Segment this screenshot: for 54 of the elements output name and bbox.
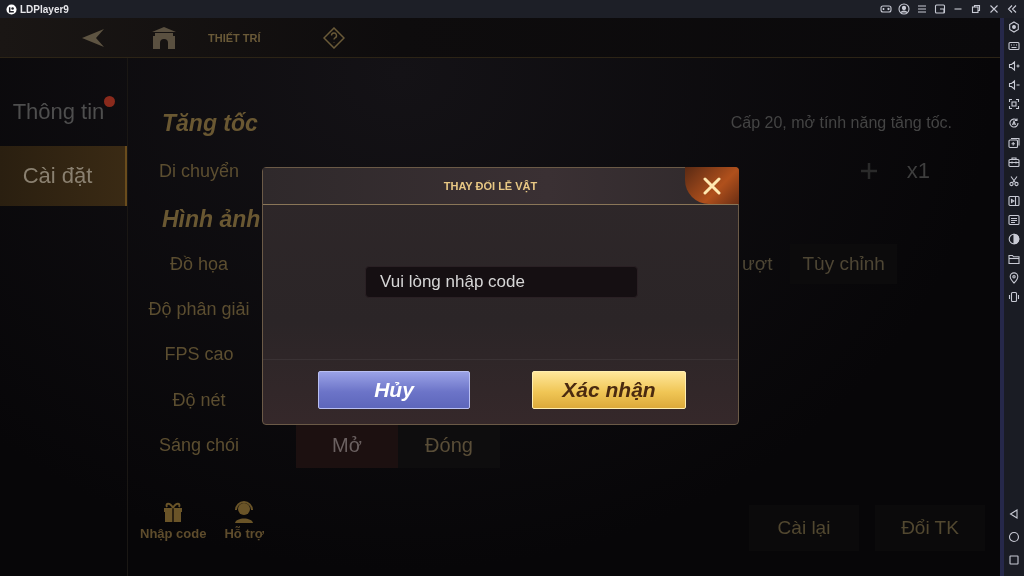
back-triangle-icon[interactable] bbox=[1008, 508, 1020, 520]
screen-title: THIẾT TRÍ bbox=[208, 31, 261, 44]
cancel-button[interactable]: Hủy bbox=[318, 371, 470, 409]
volume-up-icon[interactable] bbox=[1008, 59, 1020, 72]
user-circle-icon[interactable] bbox=[898, 3, 910, 15]
speed-notice: Cấp 20, mở tính năng tăng tốc. bbox=[730, 114, 952, 132]
scissors-icon[interactable] bbox=[1008, 175, 1020, 188]
side-tab[interactable]: Thông tin bbox=[0, 86, 127, 138]
hexagon-icon[interactable] bbox=[1008, 21, 1020, 33]
half-circle-icon[interactable] bbox=[1008, 233, 1020, 246]
location-pin-icon[interactable] bbox=[1008, 271, 1020, 284]
setting-label: Độ phân giải bbox=[148, 298, 250, 320]
section-heading: Hình ảnh bbox=[161, 205, 262, 233]
shortcut-button[interactable]: Hỗ trợ bbox=[224, 498, 265, 541]
section-heading: Tăng tốc bbox=[161, 109, 259, 137]
keyboard-icon[interactable] bbox=[1008, 40, 1020, 53]
setting-label: Sáng chói bbox=[158, 435, 240, 456]
close-button[interactable] bbox=[685, 167, 739, 204]
account-button[interactable]: Đổi TK bbox=[875, 505, 985, 551]
toggle-option[interactable]: Mở bbox=[296, 423, 398, 468]
dialog-title: THAY ĐỔI LỄ VẬT bbox=[443, 180, 538, 192]
account-button[interactable]: Cài lại bbox=[749, 505, 859, 551]
home-circle-icon[interactable] bbox=[1008, 531, 1020, 543]
close-icon[interactable] bbox=[988, 3, 1000, 15]
setting-label: Đồ họa bbox=[169, 253, 228, 275]
window-title: LDPlayer9 bbox=[20, 3, 69, 15]
castle-gate-icon bbox=[150, 25, 178, 50]
toolbox-icon[interactable] bbox=[1008, 156, 1020, 169]
restore-icon[interactable] bbox=[970, 3, 982, 15]
double-chevron-icon[interactable] bbox=[1006, 3, 1018, 15]
code-input-field[interactable]: Vui lòng nhập code bbox=[365, 266, 638, 298]
phone-shake-icon[interactable] bbox=[1008, 291, 1020, 304]
folder-icon[interactable] bbox=[1008, 252, 1020, 265]
graphics-option[interactable]: ượt bbox=[742, 244, 773, 284]
close-icon bbox=[703, 176, 721, 195]
confirm-button[interactable]: Xác nhận bbox=[532, 371, 686, 409]
list-panel-icon[interactable] bbox=[1008, 213, 1020, 226]
play-panel-icon[interactable] bbox=[1008, 194, 1020, 207]
volume-down-icon[interactable] bbox=[1008, 78, 1020, 91]
frame-corners-icon[interactable] bbox=[1008, 98, 1020, 111]
refresh-icon[interactable] bbox=[1008, 117, 1020, 130]
side-tab[interactable]: Cài đặt bbox=[0, 146, 127, 206]
toggle-option[interactable]: Đóng bbox=[398, 423, 500, 468]
window-icon[interactable] bbox=[934, 3, 946, 15]
setting-label: FPS cao bbox=[164, 344, 234, 365]
shortcut-button[interactable]: Nhập code bbox=[140, 498, 207, 541]
help-icon[interactable] bbox=[322, 26, 345, 49]
window-plus-icon[interactable] bbox=[1008, 136, 1020, 149]
app-logo-icon bbox=[6, 3, 17, 15]
square-icon[interactable] bbox=[1008, 554, 1020, 566]
setting-label: Độ nét bbox=[172, 389, 226, 411]
menu-icon[interactable] bbox=[916, 3, 928, 15]
setting-label: Di chuyển bbox=[158, 160, 239, 182]
gamepad-icon[interactable] bbox=[880, 3, 892, 15]
